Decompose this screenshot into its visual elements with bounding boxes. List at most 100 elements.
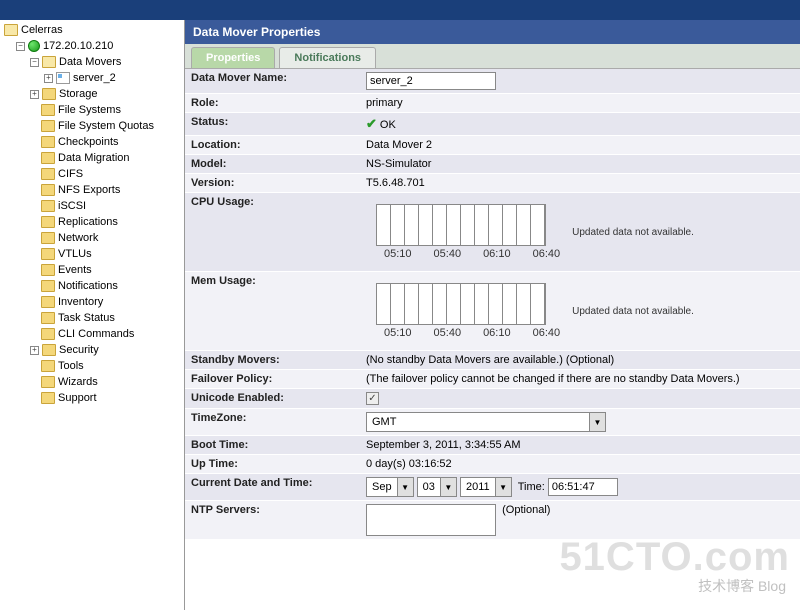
label: Location: [185,136,360,155]
expand-icon[interactable]: + [30,346,39,355]
label: Data Mover Name: [185,69,360,94]
folder-icon [41,328,55,340]
collapse-icon[interactable]: − [16,42,25,51]
chevron-down-icon: ▼ [495,478,511,496]
tree-label: CLI Commands [58,328,134,340]
row-mem: Mem Usage: 05:1005:4006:1006:40 Updated … [185,272,800,351]
folder-icon [42,56,56,68]
sidebar-item-vtlus[interactable]: VTLUs [2,246,182,262]
label: Role: [185,94,360,113]
row-ntp: NTP Servers: (Optional) [185,501,800,540]
tab-notifications[interactable]: Notifications [279,47,376,68]
sidebar-item-cli-commands[interactable]: CLI Commands [2,326,182,342]
sidebar-item-events[interactable]: Events [2,262,182,278]
time-input[interactable] [548,478,618,496]
sidebar-item-iscsi[interactable]: iSCSI [2,198,182,214]
sidebar-item-tools[interactable]: Tools [2,358,182,374]
sidebar-item-wizards[interactable]: Wizards [2,374,182,390]
sidebar-item-task-status[interactable]: Task Status [2,310,182,326]
data-mover-name-input[interactable] [366,72,496,90]
row-cpu: CPU Usage: 05:1005:4006:1006:40 Updated … [185,193,800,272]
collapse-icon[interactable]: − [30,58,39,67]
time-label: Time: [518,481,545,493]
sidebar-item-file-systems[interactable]: File Systems [2,102,182,118]
sidebar-item-replications[interactable]: Replications [2,214,182,230]
tree-root-celerras[interactable]: Celerras [2,22,182,38]
label: Status: [185,113,360,136]
unicode-checkbox[interactable]: ✓ [366,392,379,405]
sidebar-item-file-system-quotas[interactable]: File System Quotas [2,118,182,134]
expand-icon[interactable]: + [30,90,39,99]
tree-label: 172.20.10.210 [43,40,113,52]
value: (The failover policy cannot be changed i… [360,370,800,389]
tree-label: Checkpoints [58,136,119,148]
ntp-servers-input[interactable] [366,504,496,536]
value: T5.6.48.701 [360,174,800,193]
tree-label: Events [58,264,92,276]
row-failover: Failover Policy: (The failover policy ca… [185,370,800,389]
row-boot: Boot Time: September 3, 2011, 3:34:55 AM [185,436,800,455]
tree-label: Data Migration [58,152,130,164]
chevron-down-icon: ▼ [589,413,605,431]
cpu-axis: 05:1005:4006:1006:40 [376,248,560,260]
year-select[interactable]: 2011▼ [460,477,512,497]
folder-icon [41,104,55,116]
sidebar-item-data-movers[interactable]: −Data Movers [2,54,182,70]
label: Version: [185,174,360,193]
tree-label: Support [58,392,97,404]
sidebar-item-storage[interactable]: +Storage [2,86,182,102]
value: NS-Simulator [360,155,800,174]
sidebar-item-checkpoints[interactable]: Checkpoints [2,134,182,150]
server-icon [56,72,70,84]
label: Standby Movers: [185,351,360,370]
folder-icon [42,344,56,356]
label: Up Time: [185,455,360,474]
tree-label: Inventory [58,296,103,308]
month-select[interactable]: Sep▼ [366,477,414,497]
status-value: OK [380,119,396,131]
tree-label: Task Status [58,312,115,324]
tree-label: Tools [58,360,84,372]
tree-label: File System Quotas [58,120,154,132]
sidebar-item-inventory[interactable]: Inventory [2,294,182,310]
folder-icon [41,184,55,196]
row-timezone: TimeZone: GMT ▼ [185,409,800,436]
folder-icon [41,312,55,324]
folder-icon [41,248,55,260]
sidebar-item-server_2[interactable]: +server_2 [2,70,182,86]
folder-icon [41,216,55,228]
sidebar-item-security[interactable]: +Security [2,342,182,358]
tab-properties[interactable]: Properties [191,47,275,68]
tab-bar: Properties Notifications [185,44,800,69]
label: Mem Usage: [185,272,360,351]
sidebar-item-nfs-exports[interactable]: NFS Exports [2,182,182,198]
row-uptime: Up Time: 0 day(s) 03:16:52 [185,455,800,474]
expand-icon[interactable]: + [44,74,53,83]
sidebar-item-network[interactable]: Network [2,230,182,246]
nav-tree: Celerras − 172.20.10.210 −Data Movers+se… [0,20,185,610]
row-model: Model: NS-Simulator [185,155,800,174]
sidebar-item-support[interactable]: Support [2,390,182,406]
ntp-optional: (Optional) [502,504,550,516]
folder-icon [42,88,56,100]
folder-icon [41,168,55,180]
tree-host[interactable]: − 172.20.10.210 [2,38,182,54]
check-icon: ✔ [366,116,377,131]
value: September 3, 2011, 3:34:55 AM [360,436,800,455]
label: Model: [185,155,360,174]
host-status-icon [28,40,40,52]
sidebar-item-notifications[interactable]: Notifications [2,278,182,294]
mem-chart: 05:1005:4006:1006:40 [376,283,560,339]
row-version: Version: T5.6.48.701 [185,174,800,193]
row-unicode: Unicode Enabled: ✓ [185,389,800,409]
label: Current Date and Time: [185,474,360,501]
row-role: Role: primary [185,94,800,113]
main-panel: Data Mover Properties Properties Notific… [185,20,800,610]
window-title-bar [0,0,800,20]
row-location: Location: Data Mover 2 [185,136,800,155]
day-select[interactable]: 03▼ [417,477,457,497]
timezone-select[interactable]: GMT ▼ [366,412,606,432]
sidebar-item-data-migration[interactable]: Data Migration [2,150,182,166]
watermark-logo: 51CTO.com [559,535,790,580]
sidebar-item-cifs[interactable]: CIFS [2,166,182,182]
